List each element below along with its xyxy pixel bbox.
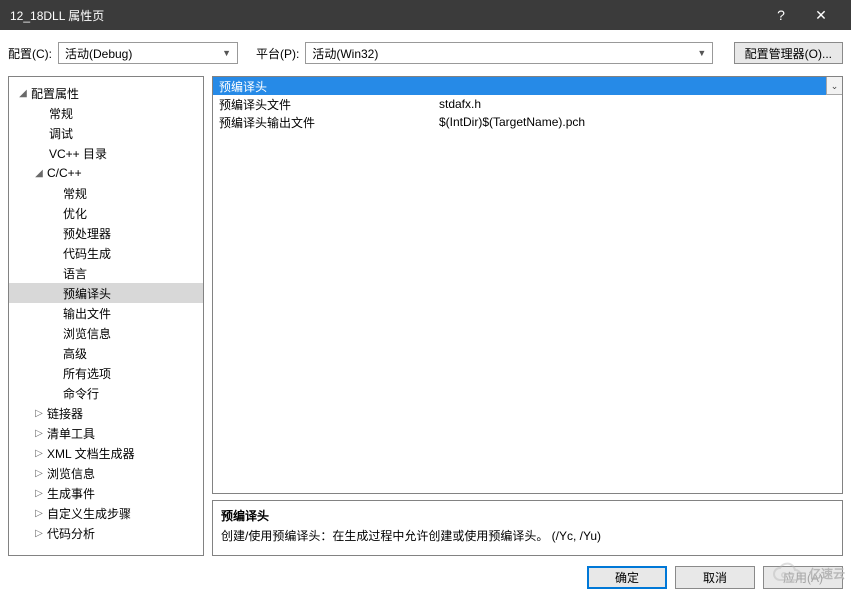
dialog-buttons: 确定 取消 应用(A) <box>0 556 851 589</box>
expand-icon[interactable]: ▷ <box>33 428 45 439</box>
chevron-down-icon: ▼ <box>222 48 231 58</box>
expand-icon[interactable]: ▷ <box>33 408 45 419</box>
tree-root[interactable]: ◢ 配置属性 <box>9 83 203 103</box>
description-title: 预编译头 <box>221 507 834 524</box>
expand-icon[interactable]: ▷ <box>33 488 45 499</box>
apply-button: 应用(A) <box>763 566 843 589</box>
chevron-down-icon: ▼ <box>697 48 706 58</box>
expand-icon[interactable]: ▷ <box>33 468 45 479</box>
tree-item[interactable]: 预处理器 <box>9 223 203 243</box>
tree-item[interactable]: ▷生成事件 <box>9 483 203 503</box>
expand-icon[interactable]: ▷ <box>33 528 45 539</box>
tree-item[interactable]: VC++ 目录 <box>9 143 203 163</box>
property-tree[interactable]: ◢ 配置属性 常规 调试 VC++ 目录 ◢ C/C++ 常规 优化 预处理器 … <box>8 76 204 556</box>
tree-item[interactable]: 输出文件 <box>9 303 203 323</box>
window-title: 12_18DLL 属性页 <box>10 7 761 24</box>
tree-item[interactable]: 浏览信息 <box>9 323 203 343</box>
config-value: 活动(Debug) <box>65 45 132 62</box>
description-body: 创建/使用预编译头：在生成过程中允许创建或使用预编译头。 (/Yc, /Yu) <box>221 527 834 544</box>
tree-item[interactable]: 代码生成 <box>9 243 203 263</box>
tree-item-selected[interactable]: 预编译头 <box>9 283 203 303</box>
config-combobox[interactable]: 活动(Debug) ▼ <box>58 42 238 64</box>
tree-cxx[interactable]: ◢ C/C++ <box>9 163 203 183</box>
grid-row-selected[interactable]: 预编译头 <box>213 77 826 95</box>
config-manager-button[interactable]: 配置管理器(O)... <box>734 42 843 64</box>
expand-icon[interactable]: ▷ <box>33 508 45 519</box>
collapse-icon[interactable]: ◢ <box>17 88 29 99</box>
tree-item[interactable]: 高级 <box>9 343 203 363</box>
config-label: 配置(C): <box>8 45 52 62</box>
close-button[interactable]: ✕ <box>801 7 841 24</box>
tree-item[interactable]: ▷XML 文档生成器 <box>9 443 203 463</box>
property-grid[interactable]: 预编译头 ⌄ 预编译头文件 stdafx.h 预编译头输出文件 $(IntDir… <box>212 76 843 494</box>
platform-combobox[interactable]: 活动(Win32) ▼ <box>305 42 713 64</box>
tree-item[interactable]: 命令行 <box>9 383 203 403</box>
config-toolbar: 配置(C): 活动(Debug) ▼ 平台(P): 活动(Win32) ▼ 配置… <box>0 30 851 76</box>
ok-button[interactable]: 确定 <box>587 566 667 589</box>
collapse-icon[interactable]: ◢ <box>33 168 45 179</box>
grid-row[interactable]: 预编译头输出文件 $(IntDir)$(TargetName).pch <box>213 113 842 131</box>
help-button[interactable]: ? <box>761 7 801 23</box>
tree-item[interactable]: 所有选项 <box>9 363 203 383</box>
property-dropdown-button[interactable]: ⌄ <box>826 77 842 95</box>
cancel-button[interactable]: 取消 <box>675 566 755 589</box>
tree-item[interactable]: ▷代码分析 <box>9 523 203 543</box>
tree-item[interactable]: 优化 <box>9 203 203 223</box>
platform-label: 平台(P): <box>256 45 299 62</box>
tree-item[interactable]: ▷自定义生成步骤 <box>9 503 203 523</box>
tree-item[interactable]: 常规 <box>9 183 203 203</box>
description-panel: 预编译头 创建/使用预编译头：在生成过程中允许创建或使用预编译头。 (/Yc, … <box>212 500 843 556</box>
expand-icon[interactable]: ▷ <box>33 448 45 459</box>
tree-item[interactable]: 语言 <box>9 263 203 283</box>
title-bar: 12_18DLL 属性页 ? ✕ <box>0 0 851 30</box>
platform-value: 活动(Win32) <box>312 45 378 62</box>
tree-item[interactable]: 调试 <box>9 123 203 143</box>
tree-item[interactable]: ▷清单工具 <box>9 423 203 443</box>
tree-item[interactable]: ▷链接器 <box>9 403 203 423</box>
tree-item[interactable]: 常规 <box>9 103 203 123</box>
tree-item[interactable]: ▷浏览信息 <box>9 463 203 483</box>
grid-row[interactable]: 预编译头文件 stdafx.h <box>213 95 842 113</box>
